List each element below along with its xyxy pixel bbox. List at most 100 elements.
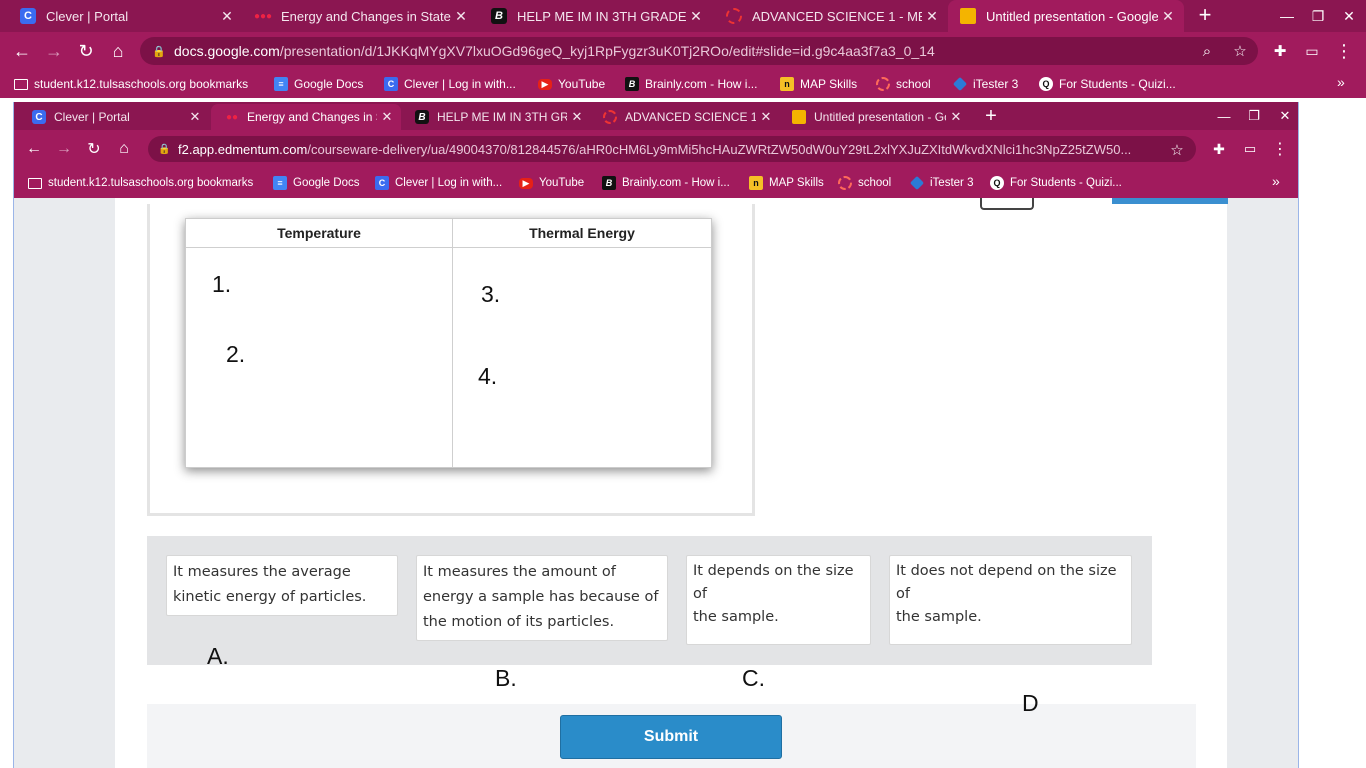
- window-close-icon[interactable]: ✕: [1332, 0, 1366, 32]
- extensions-icon[interactable]: ✚: [1268, 39, 1292, 63]
- inner-new-tab-button[interactable]: +: [980, 105, 1002, 128]
- tab-title: HELP ME IM IN 3TH GRADE AN: [517, 8, 686, 24]
- url-path: /courseware-delivery/ua/49004370/8128445…: [307, 141, 1132, 157]
- quizizz-icon: Q: [990, 176, 1004, 190]
- answer-bank: It measures the average kinetic energy o…: [147, 536, 1152, 669]
- close-icon[interactable]: ✕: [185, 109, 205, 125]
- menu-icon[interactable]: ⋮: [1268, 137, 1292, 161]
- inner-toolbar: ← → ↻ ⌂ 🔒 f2.app.edmentum.com /coursewar…: [14, 130, 1298, 168]
- outer-tab-energy[interactable]: ●●● Energy and Changes in State: T ✕: [237, 0, 477, 32]
- home-icon[interactable]: ⌂: [106, 39, 130, 63]
- bookmark-school[interactable]: school: [838, 173, 891, 193]
- answer-tile-b[interactable]: It measures the amount of energy a sampl…: [416, 555, 668, 641]
- outer-page-right-edge: [1301, 98, 1366, 768]
- inner-tab-medl[interactable]: ADVANCED SCIENCE 1 - I ✕: [591, 104, 780, 130]
- bookmark-itester[interactable]: iTester 3: [952, 74, 1018, 94]
- bookmarks-overflow-icon[interactable]: »: [1337, 74, 1345, 90]
- bookmark-brainly[interactable]: B Brainly.com - How i...: [602, 173, 730, 193]
- bookmark-quizizz[interactable]: Q For Students - Quizi...: [990, 173, 1122, 193]
- close-icon[interactable]: ✕: [922, 8, 942, 25]
- reload-icon[interactable]: ↻: [82, 137, 106, 161]
- bookmark-folder[interactable]: student.k12.tulsaschools.org bookmarks: [28, 173, 253, 193]
- inner-tab-clever[interactable]: C Clever | Portal ✕: [14, 104, 209, 130]
- brainly-icon: B: [415, 110, 429, 124]
- close-icon[interactable]: ✕: [377, 109, 397, 125]
- quizizz-icon: Q: [1039, 77, 1053, 91]
- star-icon[interactable]: ☆: [1166, 136, 1188, 164]
- submit-bar: Submit: [147, 704, 1196, 768]
- outer-tab-slides[interactable]: Untitled presentation - Google S ✕: [948, 0, 1184, 32]
- outer-tab-brainly[interactable]: B HELP ME IM IN 3TH GRADE AN ✕: [475, 0, 712, 32]
- inner-tab-energy[interactable]: ●● Energy and Changes in S ✕: [211, 104, 401, 130]
- reload-icon[interactable]: ↻: [74, 39, 98, 63]
- school-icon: [876, 77, 890, 91]
- window-close-icon[interactable]: ✕: [1270, 102, 1298, 130]
- docs-icon: ≡: [274, 77, 288, 91]
- minimize-icon[interactable]: —: [1270, 0, 1304, 32]
- cast-icon[interactable]: ▭: [1238, 137, 1262, 161]
- forward-icon[interactable]: →: [52, 137, 76, 161]
- close-icon[interactable]: ✕: [451, 8, 471, 25]
- close-icon[interactable]: ✕: [756, 109, 776, 125]
- header-action-button-edge[interactable]: [1112, 198, 1228, 204]
- outer-address-bar[interactable]: 🔒 docs.google.com /presentation/d/1JKKqM…: [140, 37, 1258, 65]
- submit-button[interactable]: Submit: [560, 715, 782, 759]
- home-icon[interactable]: ⌂: [112, 137, 136, 161]
- inner-tab-brainly[interactable]: B HELP ME IM IN 3TH GRA ✕: [401, 104, 591, 130]
- map-icon: n: [749, 176, 763, 190]
- answer-letter-a: A.: [207, 643, 229, 669]
- inner-tab-slides[interactable]: Untitled presentation - Go ✕: [780, 104, 970, 130]
- minimize-icon[interactable]: —: [1209, 102, 1239, 130]
- close-icon[interactable]: ✕: [567, 109, 587, 125]
- new-tab-button[interactable]: +: [1193, 4, 1217, 28]
- drop-zone-label[interactable]: 1.: [212, 271, 231, 298]
- drop-zone-label[interactable]: 3.: [481, 281, 500, 308]
- bookmark-brainly[interactable]: B Brainly.com - How i...: [625, 74, 757, 94]
- bookmark-google-docs[interactable]: ≡ Google Docs: [274, 74, 363, 94]
- bookmark-youtube[interactable]: ▶ YouTube: [538, 74, 605, 94]
- star-icon[interactable]: ☆: [1229, 37, 1251, 65]
- outer-tab-clever[interactable]: C Clever | Portal ✕: [0, 0, 243, 32]
- close-icon[interactable]: ✕: [686, 8, 706, 25]
- bookmarks-overflow-icon[interactable]: »: [1272, 173, 1280, 189]
- extensions-icon[interactable]: ✚: [1207, 137, 1231, 161]
- folder-icon: [28, 177, 42, 189]
- inner-address-bar[interactable]: 🔒 f2.app.edmentum.com /courseware-delive…: [148, 136, 1196, 162]
- bookmark-label: For Students - Quizi...: [1010, 177, 1122, 189]
- restore-icon[interactable]: ❐: [1301, 0, 1335, 32]
- zoom-icon[interactable]: ⌕: [1196, 37, 1218, 65]
- bookmark-clever[interactable]: C Clever | Log in with...: [375, 173, 502, 193]
- bookmark-folder[interactable]: student.k12.tulsaschools.org bookmarks: [14, 74, 248, 94]
- back-icon[interactable]: ←: [22, 137, 46, 161]
- forward-icon[interactable]: →: [42, 39, 66, 63]
- close-icon[interactable]: ✕: [217, 8, 237, 25]
- outer-tab-medl[interactable]: ADVANCED SCIENCE 1 - MEDL ✕: [710, 0, 948, 32]
- bookmark-quizizz[interactable]: Q For Students - Quizi...: [1039, 74, 1176, 94]
- menu-icon[interactable]: ⋮: [1332, 39, 1356, 63]
- lock-icon: 🔒: [158, 143, 171, 155]
- drop-zone-label[interactable]: 2.: [226, 341, 245, 368]
- bookmark-map-skills[interactable]: n MAP Skills: [749, 173, 824, 193]
- bookmark-google-docs[interactable]: ≡ Google Docs: [273, 173, 359, 193]
- clever-icon: C: [384, 77, 398, 91]
- drop-zone-label[interactable]: 4.: [478, 363, 497, 390]
- bookmark-school[interactable]: school: [876, 74, 931, 94]
- bookmark-youtube[interactable]: ▶ YouTube: [519, 173, 584, 193]
- cast-icon[interactable]: ▭: [1300, 39, 1324, 63]
- bookmark-map-skills[interactable]: n MAP Skills: [780, 74, 857, 94]
- restore-icon[interactable]: ❐: [1239, 102, 1269, 130]
- answer-tile-c[interactable]: It depends on the size of the sample.: [686, 555, 871, 645]
- answer-tile-d[interactable]: It does not depend on the size of the sa…: [889, 555, 1132, 645]
- header-button-edge[interactable]: [980, 198, 1034, 210]
- itester-icon: [909, 175, 925, 191]
- answer-tile-a[interactable]: It measures the average kinetic energy o…: [166, 555, 398, 616]
- bookmark-itester[interactable]: iTester 3: [909, 173, 973, 193]
- close-icon[interactable]: ✕: [1158, 8, 1178, 25]
- back-icon[interactable]: ←: [10, 39, 34, 63]
- lesson-page: Temperature Thermal Energy 1. 2. 3. 4. I…: [14, 198, 1298, 768]
- lock-icon: 🔒: [152, 45, 166, 58]
- school-icon: [838, 176, 852, 190]
- question-card: Temperature Thermal Energy 1. 2. 3. 4. I…: [115, 198, 1228, 768]
- bookmark-clever[interactable]: C Clever | Log in with...: [384, 74, 516, 94]
- close-icon[interactable]: ✕: [946, 109, 966, 125]
